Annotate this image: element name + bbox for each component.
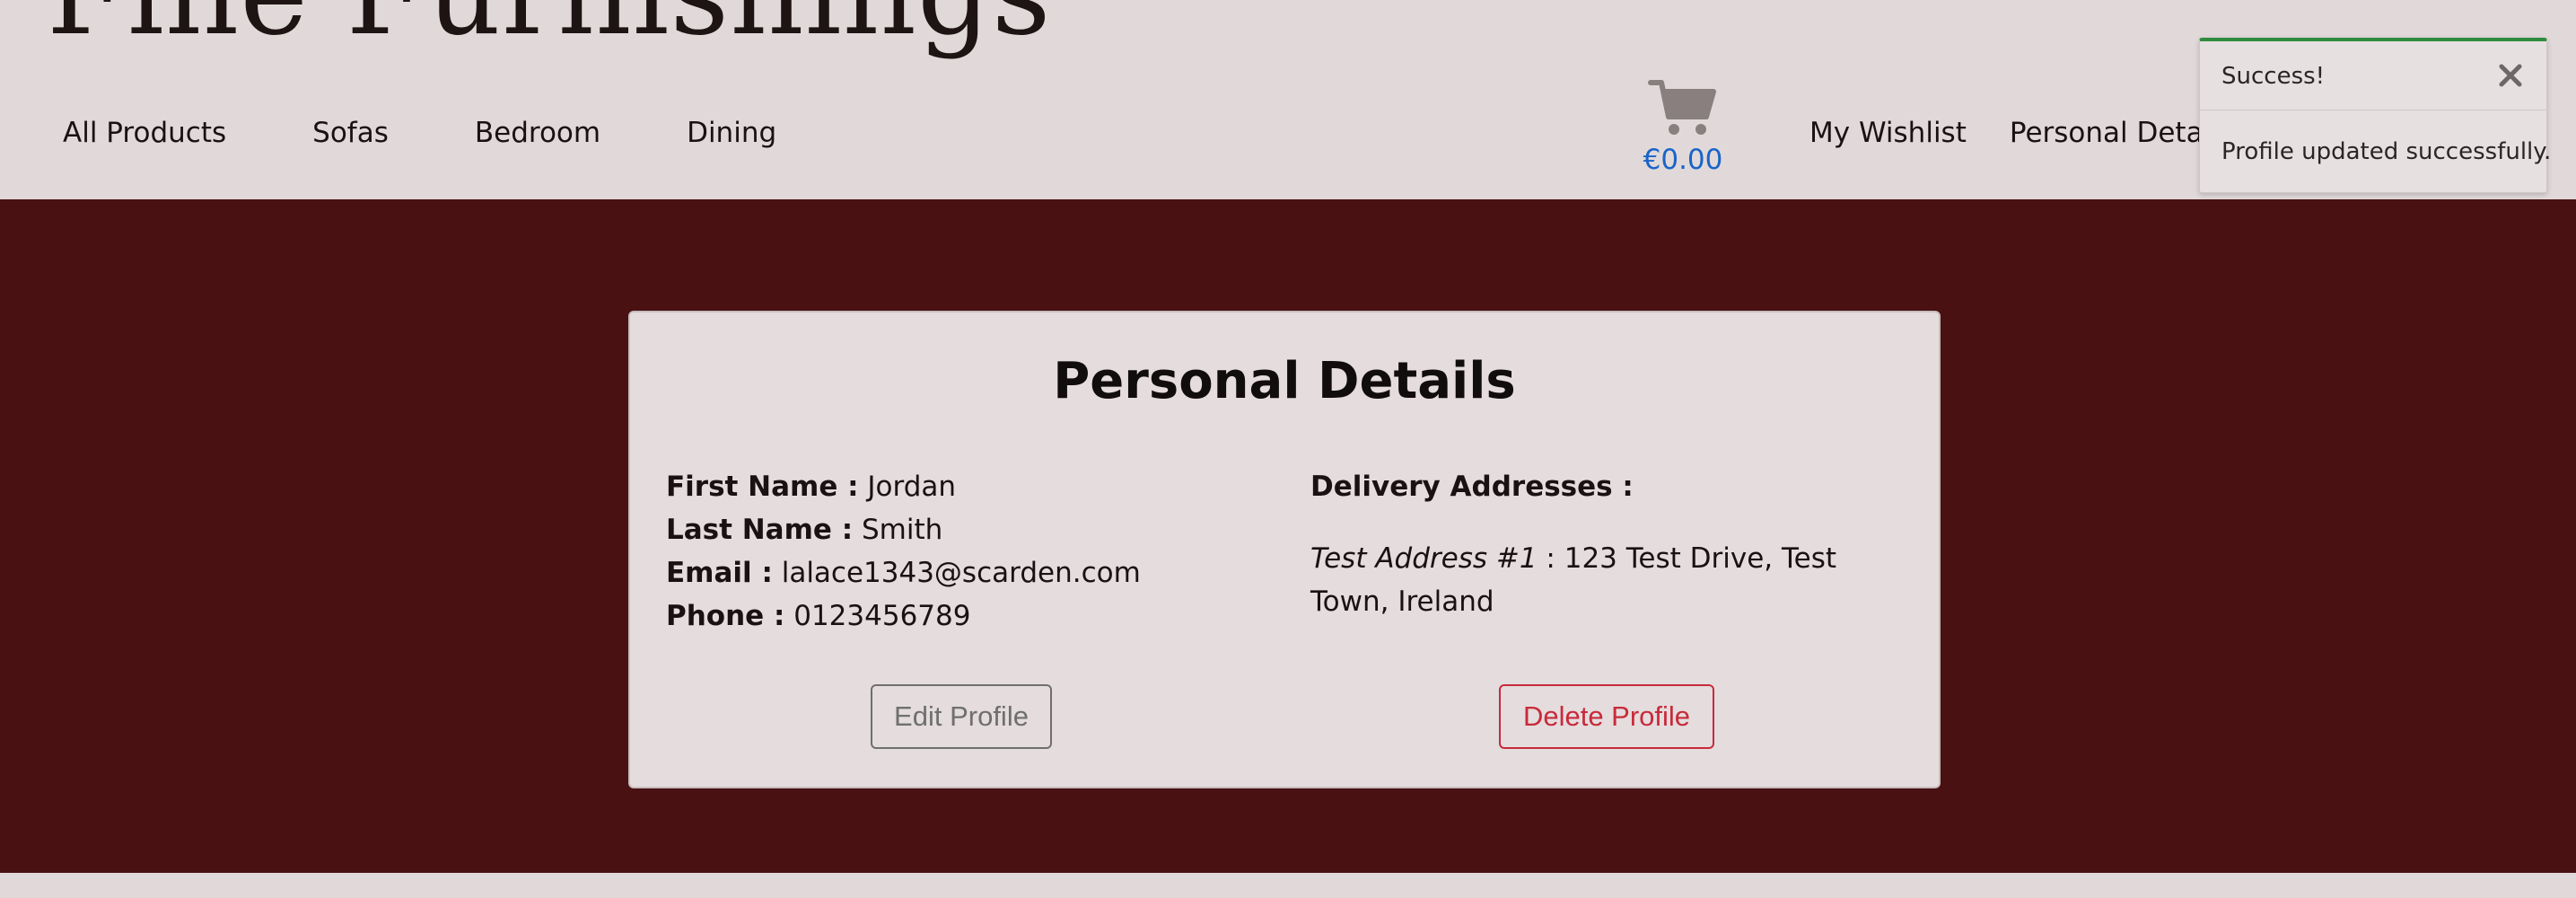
address-separator: : xyxy=(1537,542,1564,575)
last-name-row: Last Name : Smith xyxy=(666,508,1141,551)
close-icon[interactable] xyxy=(2493,57,2528,93)
first-name-value: Jordan xyxy=(867,471,957,503)
nav-dining[interactable]: Dining xyxy=(687,117,776,149)
footer xyxy=(0,873,2576,898)
cart-link[interactable]: €0.00 xyxy=(1638,77,1728,176)
last-name-value: Smith xyxy=(861,514,943,546)
shopping-cart-icon xyxy=(1648,80,1716,135)
toast-title: Success! xyxy=(2221,63,2326,90)
phone-value: 0123456789 xyxy=(793,600,971,632)
first-name-row: First Name : Jordan xyxy=(666,465,1141,508)
site-header: Fine Furnishings All Products Sofas Bedr… xyxy=(0,0,2576,199)
success-toast: Success! Profile updated successfully. xyxy=(2199,38,2551,193)
first-name-label: First Name : xyxy=(666,471,859,503)
address-name: Test Address #1 xyxy=(1310,542,1538,575)
phone-label: Phone : xyxy=(666,600,785,632)
main-content: Personal Details First Name : Jordan Las… xyxy=(0,199,2576,873)
profile-info: First Name : Jordan Last Name : Smith Em… xyxy=(666,465,1141,638)
nav-my-wishlist[interactable]: My Wishlist xyxy=(1809,117,1967,149)
edit-profile-button[interactable]: Edit Profile xyxy=(871,684,1052,749)
cart-total[interactable]: €0.00 xyxy=(1638,144,1728,176)
email-label: Email : xyxy=(666,557,773,589)
last-name-label: Last Name : xyxy=(666,514,854,546)
brand-logo-text[interactable]: Fine Furnishings xyxy=(47,0,1052,52)
delete-profile-button[interactable]: Delete Profile xyxy=(1499,684,1714,749)
nav-bedroom[interactable]: Bedroom xyxy=(475,117,600,149)
address-item: Test Address #1 : 123 Test Drive, Test T… xyxy=(1310,537,1903,623)
email-value: lalace1343@scarden.com xyxy=(781,557,1141,589)
phone-row: Phone : 0123456789 xyxy=(666,594,1141,638)
delivery-addresses: Delivery Addresses : Test Address #1 : 1… xyxy=(1310,465,1903,623)
toast-message: Profile updated successfully. xyxy=(2221,138,2552,165)
main-nav: All Products Sofas Bedroom Dining xyxy=(63,117,776,149)
nav-sofas[interactable]: Sofas xyxy=(312,117,389,149)
toast-header: Success! xyxy=(2200,41,2546,110)
delivery-addresses-label: Delivery Addresses : xyxy=(1310,471,1634,503)
page-title: Personal Details xyxy=(1053,352,1516,410)
personal-details-card: Personal Details First Name : Jordan Las… xyxy=(628,311,1941,788)
account-nav: My Wishlist Personal Details xyxy=(1809,117,2233,149)
nav-all-products[interactable]: All Products xyxy=(63,117,226,149)
email-row: Email : lalace1343@scarden.com xyxy=(666,551,1141,594)
